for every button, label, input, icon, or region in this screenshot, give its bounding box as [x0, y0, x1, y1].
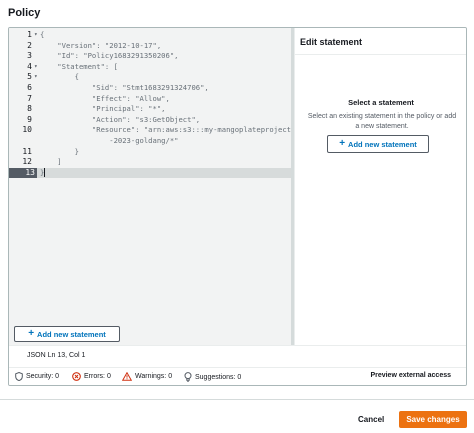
- edit-statement-header: Edit statement: [295, 28, 466, 55]
- security-check[interactable]: Security: 0: [15, 372, 59, 381]
- code-editor[interactable]: 1 ▾{ 2 "Version": "2012-10-17", 3 "Id": "…: [9, 28, 322, 345]
- code-line: 5 ▾ {: [27, 72, 79, 82]
- code-line: 2 "Version": "2012-10-17",: [27, 40, 162, 50]
- suggestions-check[interactable]: Suggestions: 0: [184, 372, 241, 382]
- code-line: 11 }: [22, 146, 79, 156]
- cursor-info-bar: JSON Ln 13, Col 1: [9, 345, 466, 368]
- code-line: 4 ▾ "Statement": [: [27, 61, 118, 71]
- code-line: 3 "Id": "Policy1683291350206",: [27, 51, 179, 61]
- select-statement-title: Select a statement: [348, 98, 414, 107]
- side-add-new-statement-label: Add new statement: [348, 139, 417, 149]
- code-line-active: 13}: [9, 167, 291, 179]
- code-line: 6 "Sid": "Stmt1683291324706",: [27, 82, 209, 92]
- cursor-position: JSON Ln 13, Col 1: [27, 352, 86, 359]
- code-line: 9 "Action": "s3:GetObject",: [27, 114, 201, 124]
- page-title: Policy: [8, 7, 41, 19]
- error-icon: [72, 372, 81, 381]
- editor-status: JSON Ln 13, Col 1 Security: 0 Errors: 0: [9, 345, 466, 385]
- validation-bar: Security: 0 Errors: 0 Warnings: 0 Sugges…: [9, 367, 466, 385]
- code-line: 8 "Principal": "*",: [27, 104, 166, 114]
- code-line: 1 ▾{: [27, 30, 45, 39]
- code-line: 7 "Effect": "Allow",: [27, 93, 170, 103]
- shield-icon: [15, 372, 23, 381]
- lightbulb-icon: [184, 372, 192, 382]
- select-statement-description: Select an existing statement in the poli…: [307, 113, 457, 130]
- plus-icon: +: [28, 328, 35, 339]
- code-line: 12 ]: [22, 157, 62, 167]
- warning-icon: [122, 372, 132, 381]
- errors-check[interactable]: Errors: 0: [72, 372, 111, 381]
- code-lines: 1 ▾{ 2 "Version": "2012-10-17", 3 "Id": "…: [9, 30, 322, 179]
- code-line: 10 "Resource": "arn:aws:s3:::my-mangopla…: [22, 125, 322, 135]
- add-new-statement-label: Add new statement: [37, 329, 106, 339]
- warnings-check[interactable]: Warnings: 0: [122, 372, 172, 381]
- plus-icon: +: [339, 138, 346, 149]
- code-line: -2023-goldang/*": [40, 135, 179, 145]
- text-cursor: [44, 168, 46, 178]
- save-changes-button[interactable]: Save changes: [399, 411, 467, 428]
- footer-divider: [0, 399, 474, 400]
- policy-editor-panel: 1 ▾{ 2 "Version": "2012-10-17", 3 "Id": "…: [8, 27, 467, 386]
- edit-statement-title: Edit statement: [300, 37, 363, 47]
- cancel-button[interactable]: Cancel: [358, 415, 384, 424]
- add-new-statement-button[interactable]: + Add new statement: [14, 326, 120, 342]
- preview-external-access-link[interactable]: Preview external access: [370, 372, 451, 379]
- edit-statement-panel: Edit statement Select a statement Select…: [294, 28, 466, 345]
- side-add-new-statement-button[interactable]: + Add new statement: [327, 135, 429, 153]
